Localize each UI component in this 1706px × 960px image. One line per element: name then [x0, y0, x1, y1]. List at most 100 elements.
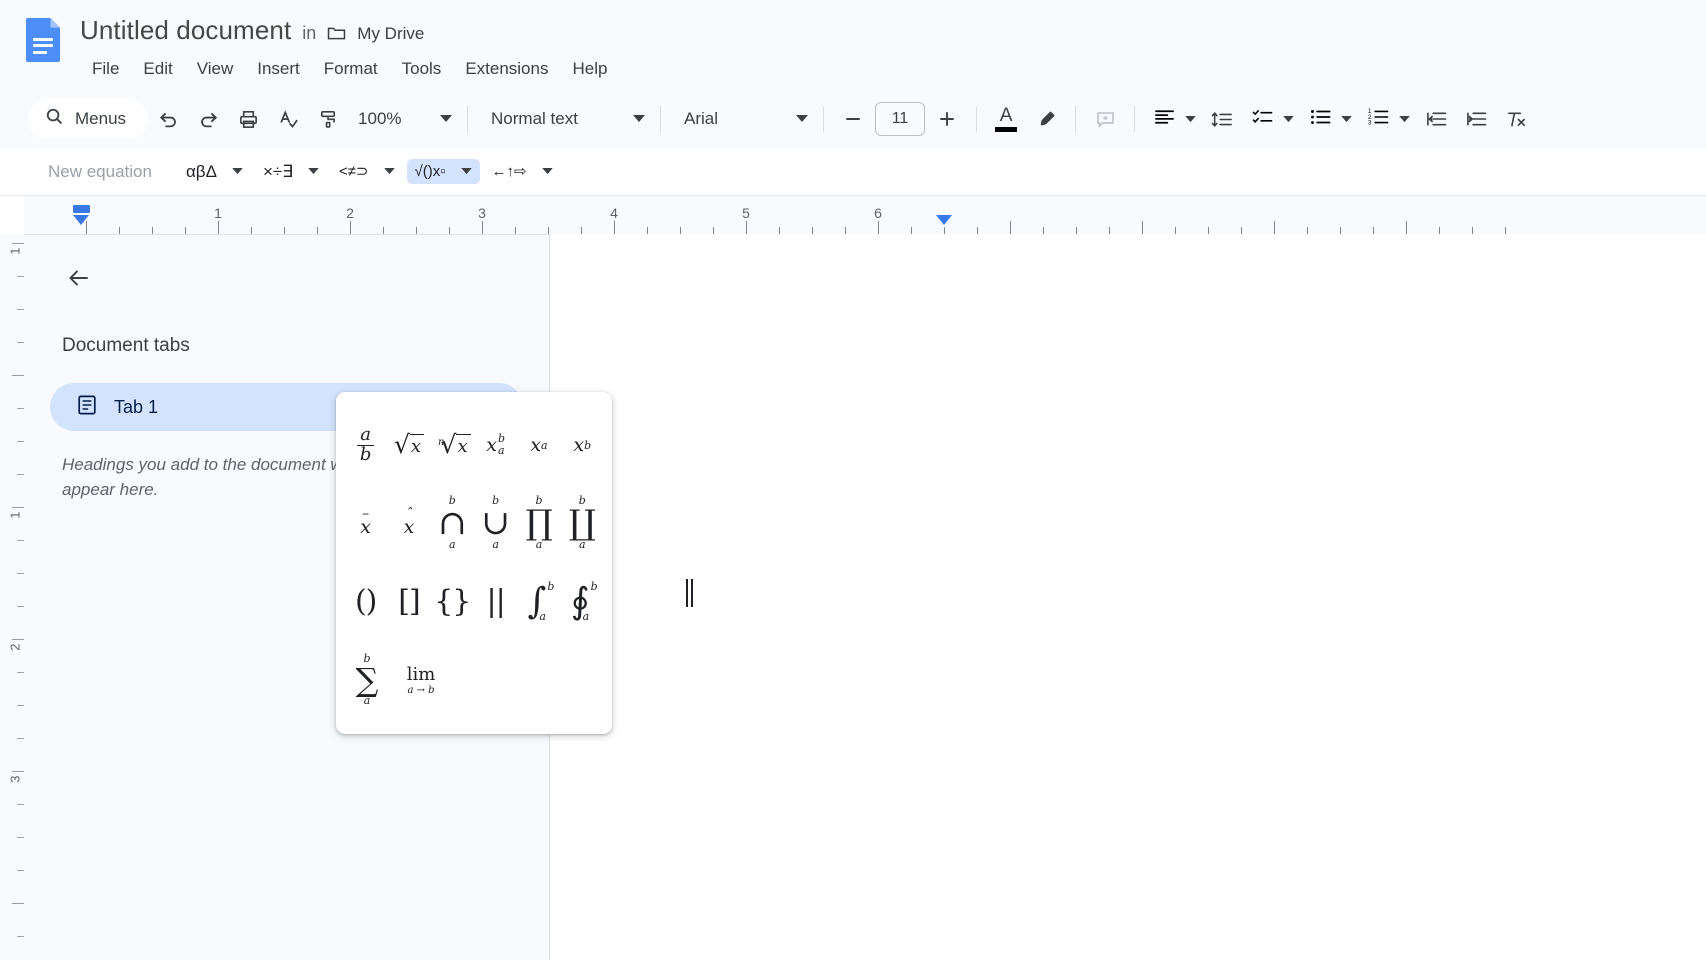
equation-group-arrows[interactable]: ←↑⇨ [484, 159, 561, 184]
menus-label: Menus [75, 109, 126, 129]
vruler-number-1: 1 [8, 248, 23, 255]
redo-button[interactable] [188, 99, 228, 139]
equation-item-limit[interactable]: lima → b [390, 645, 452, 717]
decrease-font-size-button[interactable] [833, 99, 873, 139]
base-variable: x [573, 434, 584, 456]
equation-item-summation[interactable]: b∑a [344, 645, 390, 717]
svg-text:3: 3 [1368, 119, 1372, 125]
numbered-list-select[interactable]: 1 2 3 [1358, 101, 1416, 137]
chevron-down-icon [308, 168, 319, 175]
equation-item-subscript[interactable]: xa [517, 409, 560, 481]
equation-item-product[interactable]: b∏a [517, 488, 560, 560]
parentheses-glyph: () [355, 587, 376, 617]
menu-help[interactable]: Help [560, 55, 619, 83]
zoom-select[interactable]: 100% [348, 101, 458, 137]
close-sidebar-button[interactable] [58, 257, 100, 299]
chevron-down-icon [1399, 116, 1410, 123]
drive-location[interactable]: My Drive [357, 24, 424, 44]
tab-label: Tab 1 [114, 397, 158, 418]
checklist-select[interactable] [1242, 101, 1300, 137]
equation-item-intersection[interactable]: b∩a [431, 488, 474, 560]
lower-limit: a [492, 539, 499, 552]
chevron-down-icon [633, 115, 645, 123]
equation-item-hat-accent[interactable]: ˆx [387, 488, 430, 560]
document-title[interactable]: Untitled document [80, 14, 291, 46]
toolbar-divider [976, 106, 977, 132]
nthroot-variable: x [456, 434, 470, 457]
equation-item-subscript-superscript[interactable]: xba [474, 409, 517, 481]
paragraph-style-value: Normal text [491, 109, 578, 129]
menu-extensions[interactable]: Extensions [453, 55, 560, 83]
chevron-down-icon [1341, 116, 1352, 123]
horizontal-ruler[interactable]: 1 2 3 4 5 6 [24, 196, 1706, 234]
bulleted-list-select[interactable] [1300, 101, 1358, 137]
vertical-ruler[interactable]: 1 1 2 3 [0, 234, 24, 960]
equation-item-braces[interactable]: {} [431, 566, 474, 638]
equation-item-absolute-value[interactable]: || [474, 566, 517, 638]
menu-format[interactable]: Format [312, 55, 390, 83]
chevron-down-icon [384, 168, 395, 175]
add-comment-button[interactable] [1085, 99, 1125, 139]
sidebar-title: Document tabs [62, 335, 523, 357]
spellcheck-button[interactable] [268, 99, 308, 139]
font-family-select[interactable]: Arial [674, 101, 814, 137]
chevron-down-icon [1185, 116, 1196, 123]
text-color-button[interactable]: A [986, 99, 1026, 139]
equation-item-square-root[interactable]: √x [387, 409, 430, 481]
font-size-input[interactable]: 11 [875, 102, 925, 136]
equation-item-integral[interactable]: ∫ba [517, 566, 560, 638]
equation-panel-row-4: b∑a lima → b [344, 645, 604, 717]
menu-view[interactable]: View [185, 55, 246, 83]
right-indent-marker[interactable] [936, 215, 952, 225]
equation-group-math-operations[interactable]: ×÷∃ [255, 158, 327, 185]
equation-group-relations[interactable]: <≠⊃ [331, 159, 403, 184]
menus-search-button[interactable]: Menus [28, 99, 148, 139]
chevron-down-icon [1283, 116, 1294, 123]
top-bar: Untitled document in My Drive File Edit … [0, 0, 1706, 90]
decrease-indent-button[interactable] [1416, 99, 1456, 139]
equation-item-coproduct[interactable]: b∐a [561, 488, 604, 560]
equation-item-contour-integral[interactable]: ∮ba [561, 566, 604, 638]
menu-insert[interactable]: Insert [245, 55, 312, 83]
equation-item-nth-root[interactable]: n√x [431, 409, 474, 481]
ruler-number-2: 2 [346, 205, 354, 221]
ruler-number-6: 6 [874, 205, 882, 221]
undo-button[interactable] [148, 99, 188, 139]
increase-indent-button[interactable] [1456, 99, 1496, 139]
paragraph-style-select[interactable]: Normal text [481, 101, 651, 137]
bulleted-list-icon [1310, 108, 1331, 131]
menu-edit[interactable]: Edit [131, 55, 184, 83]
increase-font-size-button[interactable] [927, 99, 967, 139]
new-equation-button[interactable]: New equation [38, 156, 162, 188]
menu-file[interactable]: File [82, 55, 131, 83]
print-button[interactable] [228, 99, 268, 139]
ruler-number-3: 3 [478, 205, 486, 221]
lower-limit: a [579, 539, 586, 552]
clear-formatting-button[interactable] [1496, 99, 1536, 139]
align-select[interactable] [1144, 101, 1202, 137]
equation-group-greek-letters[interactable]: αβΔ [178, 158, 251, 185]
lower-limit: a [536, 539, 543, 552]
base-variable: x [486, 434, 497, 456]
lower-limit: a [449, 539, 456, 552]
document-canvas[interactable] [550, 234, 1706, 960]
equation-group-math-operators[interactable]: √()x▫ [407, 159, 480, 184]
main-toolbar: Menus 100% Normal text [0, 90, 1706, 148]
equation-item-bar-accent[interactable]: –x [344, 488, 387, 560]
highlight-color-button[interactable] [1026, 99, 1066, 139]
paint-format-button[interactable] [308, 99, 348, 139]
equation-item-superscript[interactable]: xb [561, 409, 604, 481]
left-indent-marker[interactable] [73, 215, 89, 225]
menu-tools[interactable]: Tools [390, 55, 454, 83]
greek-letters-symbol: αβΔ [186, 163, 217, 180]
fraction-denominator: b [357, 445, 375, 465]
folder-icon[interactable] [327, 26, 346, 41]
equation-item-fraction[interactable]: a b [344, 409, 387, 481]
equation-item-union[interactable]: b∪a [474, 488, 517, 560]
equation-item-brackets[interactable]: [] [387, 566, 430, 638]
equation-item-parentheses[interactable]: () [344, 566, 387, 638]
checklist-icon [1252, 108, 1273, 131]
first-line-indent-marker[interactable] [73, 205, 90, 213]
line-spacing-button[interactable] [1202, 99, 1242, 139]
equation-panel-row-1: a b √x n√x xba xa xb [344, 409, 604, 481]
